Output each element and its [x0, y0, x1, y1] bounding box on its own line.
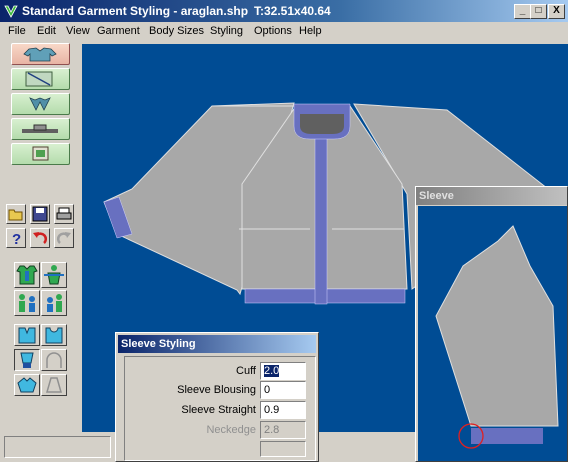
neck-opening [300, 114, 344, 134]
menu-help[interactable]: Help [299, 25, 322, 37]
menu-view[interactable]: View [66, 25, 90, 37]
dialog-title: Sleeve Styling [121, 338, 196, 350]
save-disk-icon [32, 206, 48, 222]
shoulder-icon [17, 377, 37, 393]
status-pane [4, 436, 111, 458]
open-button[interactable] [6, 204, 26, 224]
neckline-round-button[interactable] [41, 324, 67, 346]
neckline-v-button[interactable] [14, 324, 40, 346]
coordinate-readout: T:32.51x40.64 [254, 4, 331, 18]
picture-button[interactable] [11, 143, 70, 165]
garment-measure-button[interactable] [41, 262, 67, 288]
cuff-button[interactable] [14, 349, 40, 371]
undo-button[interactable] [30, 228, 50, 248]
title-bar: Standard Garment Styling - araglan.shp T… [0, 0, 568, 22]
neckline-v-icon [18, 327, 36, 344]
sleeve-cap-icon [46, 352, 62, 368]
menu-options[interactable]: Options [254, 25, 292, 37]
sleeve-window[interactable]: Sleeve [415, 186, 568, 462]
menu-edit[interactable]: Edit [37, 25, 56, 37]
neckline-round-icon [45, 327, 63, 344]
collar-button[interactable] [11, 93, 70, 115]
sweater-icon [23, 47, 57, 62]
print-button[interactable] [54, 204, 74, 224]
shoulder-button[interactable] [14, 374, 40, 396]
family-sizes-button[interactable] [14, 290, 40, 316]
pattern-chart-icon [25, 71, 53, 87]
redo-icon [56, 232, 71, 244]
garment-front-button[interactable] [14, 262, 40, 288]
redo-button[interactable] [54, 228, 74, 248]
front-placket [314, 133, 328, 305]
sleeve-tool-icon [22, 124, 58, 133]
save-button[interactable] [30, 204, 50, 224]
sleeve-cap-button[interactable] [41, 349, 67, 371]
sleeve-blousing-label: Sleeve Blousing [177, 384, 256, 396]
open-folder-icon [8, 209, 23, 221]
window-title: Standard Garment Styling - araglan.shp [22, 4, 249, 18]
sleeve-window-title-bar[interactable]: Sleeve [416, 187, 567, 205]
menu-styling[interactable]: Styling [210, 25, 243, 37]
pattern-chart-button[interactable] [11, 68, 70, 90]
cuff-icon [20, 352, 34, 368]
cuff-label: Cuff [236, 365, 256, 377]
maximize-button[interactable]: □ [530, 4, 547, 19]
sleeve-straight-label: Sleeve Straight [181, 404, 256, 416]
trapezoid-icon [46, 377, 62, 393]
child-sizes-icon [47, 294, 62, 312]
family-sizes-icon [19, 294, 35, 312]
print-icon [56, 207, 72, 220]
app-logo-icon [4, 5, 18, 18]
sweater-button[interactable] [11, 43, 70, 65]
menu-file[interactable]: File [8, 25, 26, 37]
dialog-title-bar[interactable]: Sleeve Styling [118, 335, 316, 353]
collar-icon [29, 97, 51, 111]
help-icon: ? [12, 231, 21, 248]
cuff-input[interactable]: 2.0 [260, 362, 306, 380]
sleeve-blousing-input[interactable]: 0 [260, 381, 306, 399]
sleeve-straight-input[interactable]: 0.9 [260, 401, 306, 419]
sleeve-tool-button[interactable] [11, 118, 70, 140]
status-bar [0, 434, 415, 462]
picture-icon [32, 146, 49, 161]
close-button[interactable]: X [548, 4, 565, 19]
garment-measure-icon [44, 265, 64, 285]
garment-front-icon [16, 265, 38, 285]
sleeve-window-title: Sleeve [419, 190, 454, 202]
menu-body-sizes[interactable]: Body Sizes [149, 25, 204, 37]
help-button[interactable]: ? [6, 228, 26, 248]
svg-text:?: ? [12, 231, 21, 247]
minimize-button[interactable]: _ [514, 4, 531, 19]
child-sizes-button[interactable] [41, 290, 67, 316]
trapezoid-button[interactable] [41, 374, 67, 396]
sleeve-preview [418, 206, 567, 461]
undo-icon [33, 232, 48, 244]
menu-bar: File Edit View Garment Body Sizes Stylin… [0, 22, 568, 40]
menu-garment[interactable]: Garment [97, 25, 140, 37]
